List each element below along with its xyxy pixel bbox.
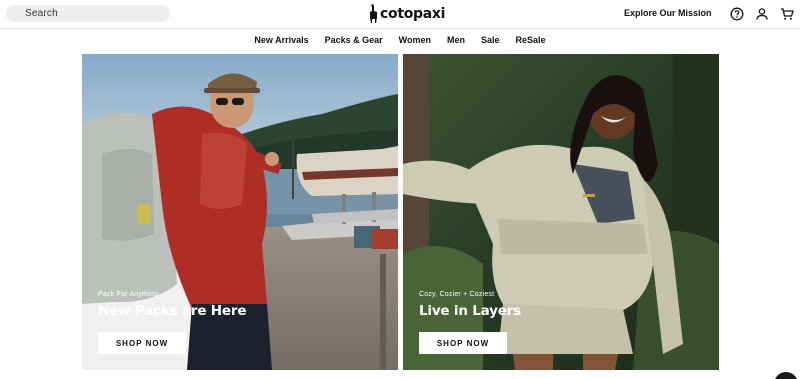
- help-icon[interactable]: [730, 7, 744, 21]
- logo-wordmark: cotopaxi: [380, 6, 446, 22]
- nav-resale[interactable]: ReSale: [508, 35, 554, 45]
- site-header: Search cotopaxi Explore Our Mission: [0, 0, 800, 29]
- nav-new-arrivals[interactable]: New Arrivals: [246, 35, 316, 45]
- nav-men[interactable]: Men: [439, 35, 473, 45]
- nav-sale[interactable]: Sale: [473, 35, 508, 45]
- search-placeholder: Search: [25, 8, 58, 19]
- site-logo[interactable]: cotopaxi: [368, 3, 445, 25]
- hero-eyebrow: Pack For Anything: [98, 291, 159, 298]
- nav-women[interactable]: Women: [391, 35, 439, 45]
- search-input[interactable]: Search: [6, 5, 170, 22]
- account-icon[interactable]: [755, 7, 769, 21]
- hero-card-packs[interactable]: Pack For Anything New Packs are Here SHO…: [82, 54, 398, 370]
- chat-widget-button[interactable]: [774, 372, 798, 379]
- llama-logo-icon: [370, 4, 377, 23]
- shop-now-button[interactable]: SHOP NOW: [98, 332, 186, 354]
- explore-mission-link[interactable]: Explore Our Mission: [624, 8, 712, 18]
- hero-headline: Live in Layers: [419, 303, 521, 319]
- cart-icon[interactable]: [780, 7, 794, 21]
- shop-now-button[interactable]: SHOP NOW: [419, 332, 507, 354]
- hero-eyebrow: Cozy, Cozier + Coziest: [419, 291, 495, 298]
- hero-card-layers[interactable]: Cozy, Cozier + Coziest Live in Layers SH…: [403, 54, 719, 370]
- nav-packs-gear[interactable]: Packs & Gear: [317, 35, 391, 45]
- main-nav: New Arrivals Packs & Gear Women Men Sale…: [0, 29, 800, 51]
- hero-image-layers: [403, 54, 719, 370]
- hero-image-packs: [82, 54, 398, 370]
- hero-headline: New Packs are Here: [98, 303, 247, 319]
